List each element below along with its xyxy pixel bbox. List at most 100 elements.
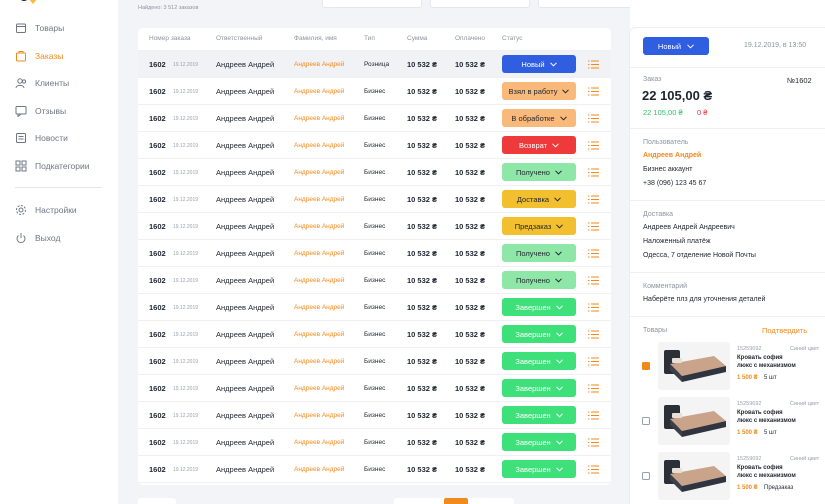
- row-menu-icon[interactable]: [588, 303, 599, 312]
- status-dropdown[interactable]: Доставка: [502, 190, 576, 208]
- row-menu-icon[interactable]: [588, 168, 599, 177]
- customer-name-link[interactable]: Андреев Андрей: [294, 331, 344, 338]
- filter-field-1[interactable]: [322, 0, 422, 8]
- status-dropdown[interactable]: Завершен: [502, 352, 576, 370]
- row-menu-icon[interactable]: [588, 222, 599, 231]
- status-dropdown[interactable]: В обработке: [502, 109, 576, 127]
- table-row[interactable]: 160219.12.2019Андреев АндрейАндреев Андр…: [138, 185, 611, 212]
- table-row[interactable]: 160219.12.2019Андреев АндрейАндреев Андр…: [138, 482, 611, 485]
- status-dropdown[interactable]: Завершен: [502, 460, 576, 478]
- sidebar-item-news[interactable]: Новости: [15, 129, 68, 147]
- pagination-prev[interactable]: [138, 498, 176, 504]
- table-row[interactable]: 160219.12.2019Андреев АндрейАндреев Андр…: [138, 347, 611, 374]
- customer-name-link[interactable]: Андреев Андрей: [294, 61, 344, 68]
- table-row[interactable]: 160219.12.2019Андреев АндрейАндреев Андр…: [138, 212, 611, 239]
- customer-name-link[interactable]: Андреев Андрей: [294, 115, 344, 122]
- sidebar-item-orders[interactable]: Заказы: [15, 47, 63, 65]
- row-menu-icon[interactable]: [588, 87, 599, 96]
- table-row[interactable]: 160219.12.2019Андреев АндрейАндреев Андр…: [138, 293, 611, 320]
- row-menu-icon[interactable]: [588, 141, 599, 150]
- sidebar-item-power[interactable]: Выход: [15, 229, 60, 247]
- row-menu-icon[interactable]: [588, 195, 599, 204]
- status-dropdown[interactable]: Получено: [502, 244, 576, 262]
- row-menu-icon[interactable]: [588, 438, 599, 447]
- table-row[interactable]: 160219.12.2019Андреев АндрейАндреев Андр…: [138, 266, 611, 293]
- row-menu-icon[interactable]: [588, 465, 599, 474]
- status-label: Завершен: [515, 356, 551, 366]
- order-number: 1602: [149, 249, 166, 258]
- sidebar-item-chat[interactable]: Отзывы: [15, 102, 66, 120]
- table-row[interactable]: 160219.12.2019Андреев АндрейАндреев Андр…: [138, 104, 611, 131]
- filter-field-3[interactable]: [538, 0, 638, 8]
- table-row[interactable]: 160219.12.2019Андреев АндрейАндреев Андр…: [138, 77, 611, 104]
- status-dropdown[interactable]: Завершен: [502, 298, 576, 316]
- order-responsible: Андреев Андрей: [216, 60, 275, 69]
- order-sum: 10 532 ₴: [407, 276, 438, 285]
- product-checkbox[interactable]: [642, 362, 650, 370]
- table-row[interactable]: 160219.12.2019Андреев АндрейАндреев Андр…: [138, 374, 611, 401]
- row-menu-icon[interactable]: [588, 276, 599, 285]
- table-row[interactable]: 160219.12.2019Андреев АндрейАндреев Андр…: [138, 401, 611, 428]
- customer-name-link[interactable]: Андреев Андрей: [294, 142, 344, 149]
- product-checkbox[interactable]: [642, 417, 650, 425]
- filter-field-2[interactable]: [430, 0, 530, 8]
- status-dropdown[interactable]: Взял в работу: [502, 82, 576, 100]
- customer-name-link[interactable]: Андреев Андрей: [294, 439, 344, 446]
- sidebar-item-gear[interactable]: Настройки: [15, 201, 77, 219]
- order-responsible: Андреев Андрей: [216, 465, 275, 474]
- order-type: Бизнес: [364, 277, 386, 284]
- row-menu-icon[interactable]: [588, 330, 599, 339]
- status-dropdown[interactable]: Завершен: [502, 379, 576, 397]
- status-dropdown[interactable]: Получено: [502, 163, 576, 181]
- payment-method: Наложенный платёж: [643, 238, 711, 245]
- user-name-link[interactable]: Андреев Андрей: [643, 152, 701, 159]
- customer-name-link[interactable]: Андреев Андрей: [294, 223, 344, 230]
- customer-name-link[interactable]: Андреев Андрей: [294, 250, 344, 257]
- table-row[interactable]: 160219.12.2019Андреев АндрейАндреев Андр…: [138, 320, 611, 347]
- customer-name-link[interactable]: Андреев Андрей: [294, 412, 344, 419]
- customer-name-link[interactable]: Андреев Андрей: [294, 304, 344, 311]
- orders-found-count: Найдено: 3 512 заказов: [138, 5, 199, 11]
- status-dropdown[interactable]: Новый: [502, 55, 576, 73]
- table-row[interactable]: 160219.12.2019Андреев АндрейАндреев Андр…: [138, 50, 611, 77]
- row-menu-icon[interactable]: [588, 114, 599, 123]
- customer-name-link[interactable]: Андреев Андрей: [294, 169, 344, 176]
- product-quantity: 5 шт: [764, 430, 777, 436]
- status-dropdown[interactable]: Возврат: [502, 136, 576, 154]
- customer-name-link[interactable]: Андреев Андрей: [294, 277, 344, 284]
- order-paid: 10 532 ₴: [455, 303, 486, 312]
- order-sum: 10 532 ₴: [407, 438, 438, 447]
- status-dropdown[interactable]: Получено: [502, 271, 576, 289]
- chevron-down-icon: [555, 466, 563, 472]
- row-menu-icon[interactable]: [588, 384, 599, 393]
- table-row[interactable]: 160219.12.2019Андреев АндрейАндреев Андр…: [138, 158, 611, 185]
- customer-name-link[interactable]: Андреев Андрей: [294, 358, 344, 365]
- sidebar-item-grid[interactable]: Подкатегории: [15, 157, 89, 175]
- product-checkbox[interactable]: [642, 472, 650, 480]
- sidebar-item-box[interactable]: Товары: [15, 19, 64, 37]
- row-menu-icon[interactable]: [588, 60, 599, 69]
- status-dropdown[interactable]: Завершен: [502, 433, 576, 451]
- product-name: Кровать софия люкс с механизмом: [737, 465, 796, 479]
- chevron-down-icon: [562, 88, 570, 94]
- sidebar-item-users[interactable]: Клиенты: [15, 74, 69, 92]
- status-dropdown[interactable]: Завершен: [502, 325, 576, 343]
- customer-name-link[interactable]: Андреев Андрей: [294, 466, 344, 473]
- order-sum: 10 532 ₴: [407, 357, 438, 366]
- pagination-current[interactable]: [444, 498, 468, 504]
- order-responsible: Андреев Андрей: [216, 141, 275, 150]
- customer-name-link[interactable]: Андреев Андрей: [294, 385, 344, 392]
- table-row[interactable]: 160219.12.2019Андреев АндрейАндреев Андр…: [138, 428, 611, 455]
- row-menu-icon[interactable]: [588, 411, 599, 420]
- customer-name-link[interactable]: Андреев Андрей: [294, 88, 344, 95]
- confirm-link[interactable]: Подтвердить: [762, 326, 807, 335]
- status-dropdown[interactable]: Завершен: [502, 406, 576, 424]
- table-row[interactable]: 160219.12.2019Андреев АндрейАндреев Андр…: [138, 455, 611, 482]
- table-row[interactable]: 160219.12.2019Андреев АндрейАндреев Андр…: [138, 239, 611, 266]
- row-menu-icon[interactable]: [588, 357, 599, 366]
- order-status-dropdown[interactable]: Новый: [643, 37, 709, 55]
- status-dropdown[interactable]: Предзаказ: [502, 217, 576, 235]
- customer-name-link[interactable]: Андреев Андрей: [294, 196, 344, 203]
- row-menu-icon[interactable]: [588, 249, 599, 258]
- table-row[interactable]: 160219.12.2019Андреев АндрейАндреев Андр…: [138, 131, 611, 158]
